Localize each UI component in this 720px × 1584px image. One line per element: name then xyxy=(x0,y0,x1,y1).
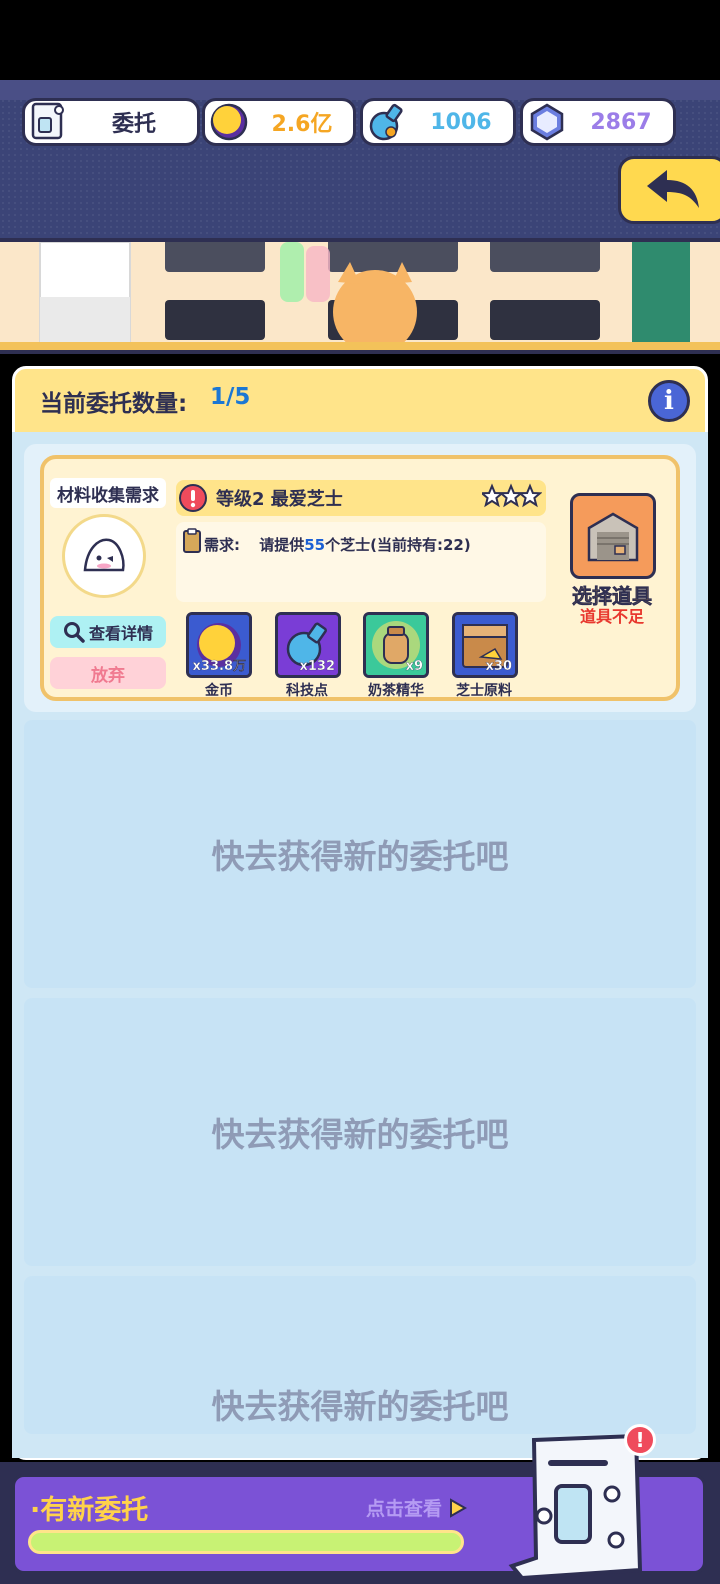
flask-icon xyxy=(365,100,409,144)
difficulty-stars xyxy=(479,480,543,514)
document-icon xyxy=(27,100,71,144)
star-icon xyxy=(498,483,524,508)
reward-qty: x9 xyxy=(405,659,423,674)
coins-pill[interactable]: 2.6亿 xyxy=(202,98,356,146)
reward-qty: x33.8万 xyxy=(192,659,246,674)
magnifier-icon xyxy=(63,622,85,643)
task-title: 等级2 最爱芝士 xyxy=(216,489,343,510)
abandon-button[interactable]: 放弃 xyxy=(50,657,166,689)
reward-milk-tea-essence[interactable]: x9 xyxy=(363,612,429,678)
requirement-amount: 55 xyxy=(304,536,326,554)
header-top-strip xyxy=(0,80,720,100)
empty-slot: 快去获得新的委托吧 xyxy=(24,1276,696,1434)
reward-coins[interactable]: x33.8万 xyxy=(186,612,252,678)
task-type-label: 材料收集需求 xyxy=(50,478,166,508)
empty-slot: 快去获得新的委托吧 xyxy=(24,720,696,988)
play-arrow-icon xyxy=(449,1498,467,1518)
entrust-pill[interactable]: 委托 xyxy=(22,98,200,146)
back-button[interactable] xyxy=(618,156,720,224)
clipboard-icon xyxy=(182,528,202,558)
gem-icon xyxy=(525,100,569,144)
entrust-label: 委托 xyxy=(111,112,156,137)
tech-points-pill[interactable]: 1006 xyxy=(360,98,516,146)
gems-pill[interactable]: 2867 xyxy=(520,98,676,146)
entrust-count: 1/5 xyxy=(210,384,251,410)
coins-value: 2.6亿 xyxy=(271,112,333,137)
client-avatar xyxy=(62,514,146,598)
new-alert-badge: ! xyxy=(624,1424,656,1456)
info-button[interactable]: i xyxy=(648,380,690,422)
requirement-prefix: 需求: xyxy=(204,536,240,554)
requirement-text-1: 请提供 xyxy=(259,536,305,554)
info-icon: i xyxy=(664,386,674,416)
reward-label: 科技点 xyxy=(286,683,328,699)
requirement-text: 需求: 请提供55个芝士(当前持有:22) xyxy=(204,534,471,555)
tech-points-value: 1006 xyxy=(430,109,492,135)
coin-icon xyxy=(207,100,251,144)
top-black-area xyxy=(0,0,720,80)
star-icon xyxy=(517,483,543,508)
view-details-label: 查看详情 xyxy=(88,624,153,643)
insufficient-items-label: 道具不足 xyxy=(579,607,644,626)
empty-slot: 快去获得新的委托吧 xyxy=(24,998,696,1266)
requirement-text-2: 个芝士(当前持有:22) xyxy=(325,536,471,554)
reward-qty: x132 xyxy=(299,659,335,674)
reward-label: 奶茶精华 xyxy=(368,683,424,699)
abandon-label: 放弃 xyxy=(91,665,125,686)
reward-cheese-material[interactable]: x30 xyxy=(452,612,518,678)
new-entrust-label: ·有新委托 xyxy=(30,1495,149,1526)
reward-label: 芝士原料 xyxy=(456,683,512,699)
progress-bar xyxy=(28,1530,464,1554)
reward-tech-points[interactable]: x132 xyxy=(275,612,341,678)
panel-title: 当前委托数量: xyxy=(40,391,188,417)
view-details-button[interactable]: 查看详情 xyxy=(50,616,166,648)
gems-value: 2867 xyxy=(590,109,652,135)
select-item-button[interactable] xyxy=(570,493,656,579)
reward-qty: x30 xyxy=(485,659,512,674)
alert-icon xyxy=(179,484,207,512)
tap-to-view-text: 点击查看 xyxy=(366,1498,443,1520)
back-arrow-icon xyxy=(647,170,699,208)
reward-label: 金币 xyxy=(205,683,233,699)
star-icon xyxy=(479,483,505,508)
office-scene xyxy=(0,238,720,354)
cheese-character-icon xyxy=(83,538,125,572)
warehouse-icon xyxy=(587,512,639,562)
tap-to-view-label[interactable]: 点击查看 xyxy=(366,1494,467,1521)
